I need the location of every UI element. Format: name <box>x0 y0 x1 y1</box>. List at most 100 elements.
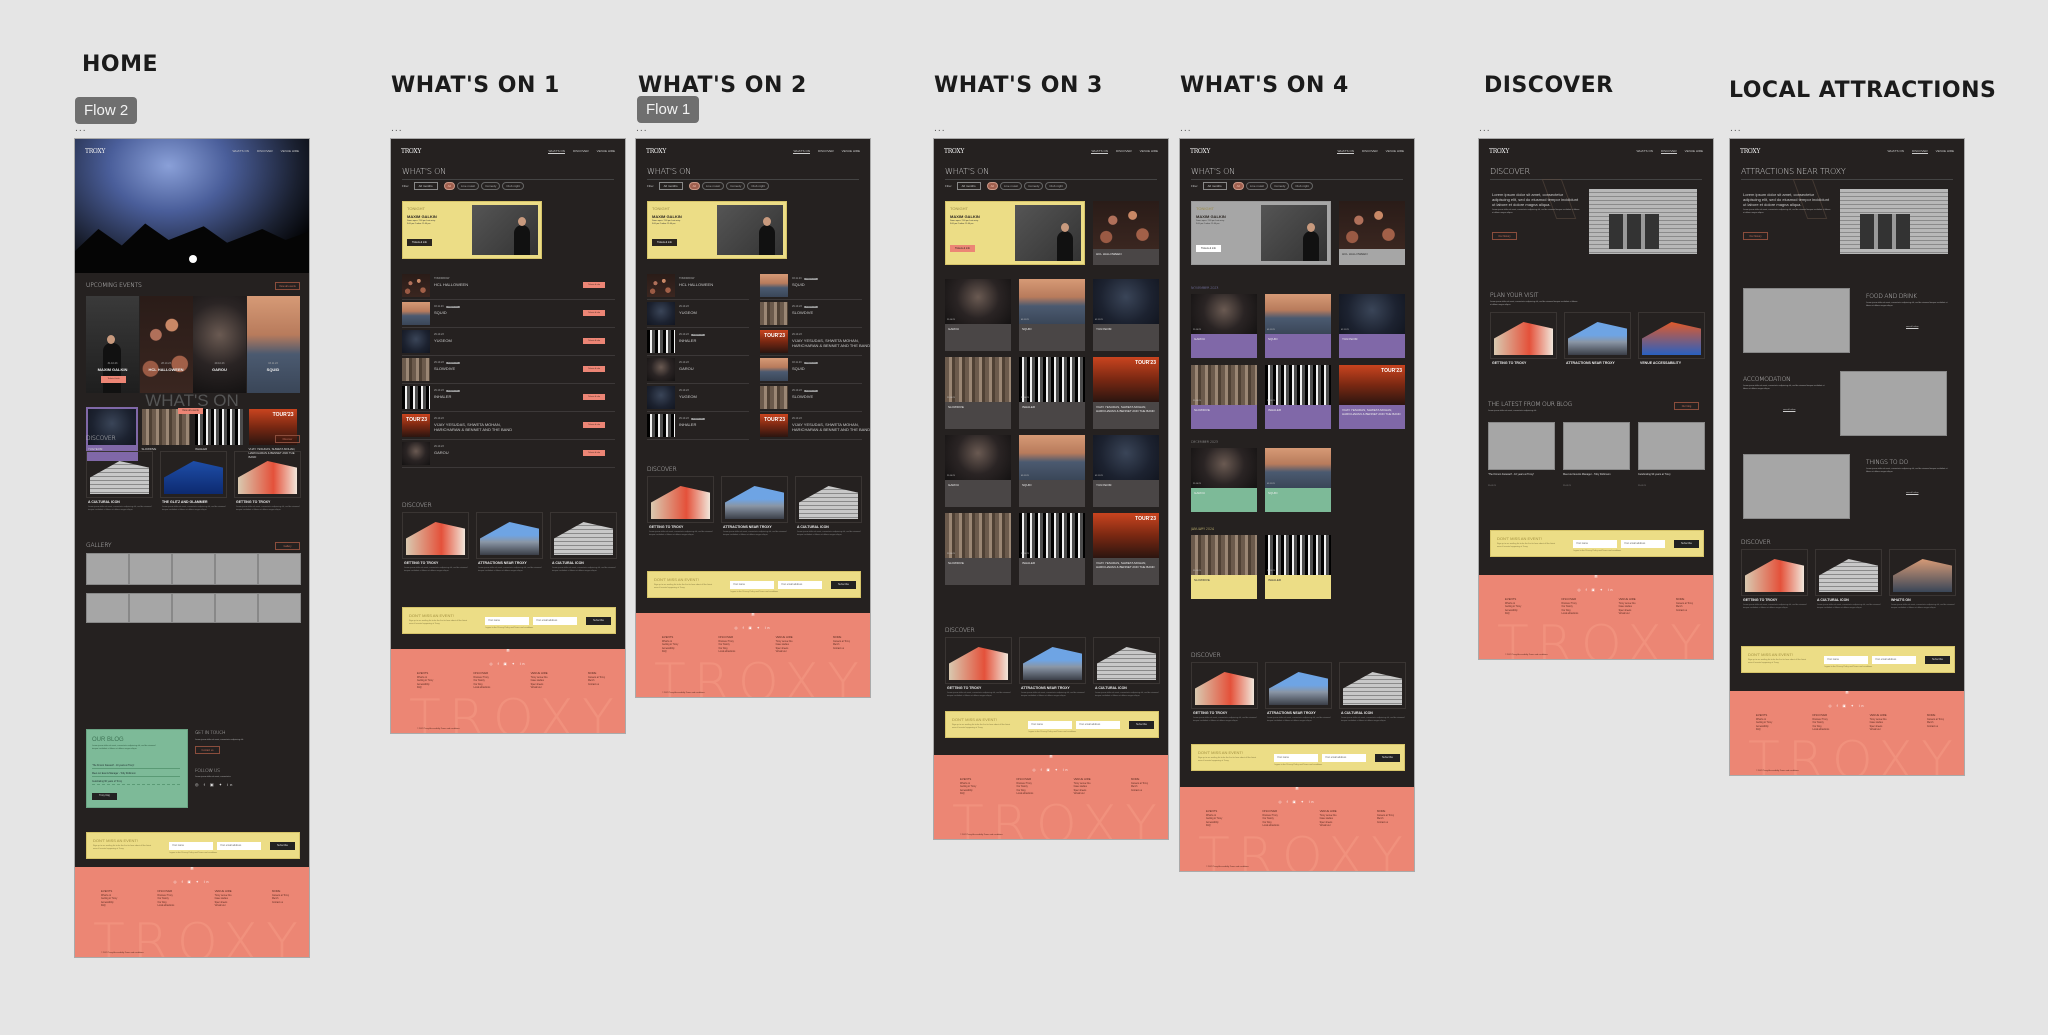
tickets-button[interactable]: Tickets & info <box>583 338 605 344</box>
privacy-checkbox[interactable]: I agree to the Privacy Policy and Terms … <box>169 852 217 854</box>
nav-whatson[interactable]: What's on <box>548 149 565 154</box>
event-row[interactable]: 03.11.23 Support act SQUID <box>760 357 862 384</box>
event-card[interactable]: 29.10.23 SLOWDIVE <box>1191 535 1257 599</box>
discover-card[interactable]: A CULTURAL ICON Lorem ipsum dolor sit ame… <box>795 476 862 536</box>
tonight-tickets-button[interactable]: Tickets & info <box>407 239 432 246</box>
discover-card[interactable]: THE GLITZ AND GLAMMER Lorem ipsum dolor s… <box>160 451 227 511</box>
whatson4-frame[interactable]: TROXY What's on Discover Venue hire WHAT… <box>1179 138 1415 872</box>
event-row[interactable]: 29.10.23 Support act INHALER Tickets & info <box>402 385 615 412</box>
blog-post-image[interactable] <box>1638 422 1705 470</box>
footer-social-icons[interactable]: ◎ f ▣ ✦ in <box>75 880 309 884</box>
blog-post-title[interactable]: Celebrating 90 years at Troxy <box>1638 473 1698 476</box>
filter-chip[interactable]: Comedy <box>1024 182 1044 190</box>
discover-card[interactable]: GETTING TO TROXY Lorem ipsum dolor sit am… <box>1191 662 1258 722</box>
troxy-logo[interactable]: TROXY <box>1740 148 1760 155</box>
discover-card[interactable]: GETTING TO TROXY Lorem ipsum dolor sit am… <box>647 476 714 536</box>
footer-link[interactable]: Contact us <box>1676 610 1693 613</box>
event-name[interactable]: SQUID <box>792 282 870 287</box>
email-input[interactable]: Your email address <box>1872 656 1916 664</box>
nav-discover[interactable]: Discover <box>257 149 273 153</box>
footer-link[interactable]: Contact us <box>1377 822 1394 825</box>
troxy-logo[interactable]: TROXY <box>85 148 105 155</box>
event-name[interactable]: YUGEOM <box>679 310 769 315</box>
event-card[interactable]: 29.10.23 SLOWDIVE <box>1191 365 1257 429</box>
name-input[interactable]: Your name <box>1028 721 1072 729</box>
email-input[interactable]: Your email address <box>1322 754 1366 762</box>
privacy-checkbox[interactable]: I agree to the Privacy Policy and Terms … <box>1028 731 1076 733</box>
event-row[interactable]: TOMORROW HCL HALLOWEEN Tickets & info <box>402 273 615 300</box>
nav-venue-hire[interactable]: Venue hire <box>842 149 860 154</box>
footer-social-icons[interactable]: ◎ f ▣ ✦ in <box>391 662 625 666</box>
discover-card[interactable]: A CULTURAL ICON Lorem ipsum dolor sit ame… <box>1093 637 1160 697</box>
event-card[interactable]: TOUR'23 VIJAY YESUDAS, SHWETA MOHAN, HARI… <box>1093 513 1159 585</box>
filter-chip[interactable]: Club night <box>502 182 524 190</box>
subscribe-button[interactable]: Subscribe <box>1375 754 1400 762</box>
event-name[interactable]: SLOWDIVE <box>792 310 870 315</box>
filter-chip[interactable]: All <box>443 182 456 190</box>
tickets-button[interactable]: Tickets & info <box>583 394 605 400</box>
footer-social-icons[interactable]: ◎ f ▣ ✦ in <box>1730 704 1964 708</box>
name-input[interactable]: Your name <box>169 842 213 850</box>
nav-venue-hire[interactable]: Venue hire <box>1140 149 1158 154</box>
privacy-checkbox[interactable]: I agree to the Privacy Policy and Terms … <box>485 627 533 629</box>
event-card[interactable]: 03.11.23 SQUID <box>1265 448 1331 512</box>
section-link[interactable]: search Leikon <box>1783 409 1795 411</box>
event-card[interactable]: HCL HALLOWEEN <box>1339 201 1405 265</box>
event-card[interactable]: TOUR'23 VIJAY YESUDAS, SHWETA MOHAN, HARI… <box>1093 357 1159 429</box>
event-name[interactable]: HCL HALLOWEEN <box>434 282 524 287</box>
frame-menu-dots[interactable]: ... <box>636 124 648 134</box>
subscribe-button[interactable]: Subscribe <box>1925 656 1950 664</box>
nav-whatson[interactable]: What's on <box>1636 149 1653 154</box>
nav-venue-hire[interactable]: Venue hire <box>281 149 299 153</box>
gallery-image[interactable] <box>215 593 258 623</box>
frame-menu-dots[interactable]: ... <box>934 124 946 134</box>
footer-link[interactable]: Contact us <box>833 648 850 651</box>
event-name[interactable]: YUGEOM <box>434 338 524 343</box>
whatson3-frame[interactable]: TROXY What's on Discover Venue hire WHAT… <box>933 138 1169 840</box>
discover-card[interactable]: ATTRACTIONS NEAR TROXY <box>1564 312 1631 372</box>
upcoming-event-card[interactable]: 31.10.23 MAXIM GALKIN Tickets & info <box>86 296 139 393</box>
filter-chip[interactable]: All <box>1232 182 1245 190</box>
tickets-button[interactable]: Tickets & info <box>583 310 605 316</box>
blog-post-title[interactable]: 'The Kinnon Farewell' - 10 years at Trox… <box>1488 473 1548 476</box>
event-name[interactable]: GAROU <box>679 366 769 371</box>
event-name[interactable]: INHALER <box>679 338 769 343</box>
month-select[interactable]: All months <box>658 182 683 190</box>
filter-chip[interactable]: All <box>986 182 999 190</box>
blog-link[interactable]: Celebrating 90 years of Troxy <box>92 781 180 785</box>
event-name[interactable]: YUGEOM <box>679 394 769 399</box>
filter-chip[interactable]: Club night <box>1045 182 1067 190</box>
event-card[interactable]: 29.10.23 INHALER <box>1019 357 1085 429</box>
email-input[interactable]: Your email address <box>1076 721 1120 729</box>
name-input[interactable]: Your name <box>1573 540 1617 548</box>
event-card[interactable]: 29.10.23 GAROU <box>945 435 1011 507</box>
frame-menu-dots[interactable]: ... <box>1730 124 1742 134</box>
event-row[interactable]: 29.10.23 YUGEOM <box>647 301 749 328</box>
footer-social-icons[interactable]: ◎ f ▣ ✦ in <box>1180 800 1414 804</box>
footer-link[interactable]: Virtual tour <box>215 905 232 908</box>
nav-discover[interactable]: Discover <box>818 149 834 154</box>
social-icons[interactable]: ◎ f ▣ ✦ in <box>195 782 234 787</box>
event-name[interactable]: HCL HALLOWEEN <box>679 282 769 287</box>
event-row[interactable]: 29.10.23 Support act INHALER <box>647 413 749 440</box>
tonight-card[interactable]: TONIGHT MAXIM GALKIN Doors open: 7:00 pm L… <box>402 201 542 259</box>
event-row[interactable]: 29.10.23 YUGEOM <box>647 385 749 412</box>
troxy-logo[interactable]: TROXY <box>646 148 666 155</box>
section-link[interactable]: search Leikon <box>1906 492 1918 494</box>
event-card[interactable]: 29.10.23 INHALER <box>1019 513 1085 585</box>
nav-discover[interactable]: Discover <box>573 149 589 154</box>
event-card[interactable]: 02.11.23 YUGYEOM <box>1339 294 1405 358</box>
contact-us-button[interactable]: Contact us <box>195 746 220 754</box>
filter-chip[interactable]: Live music <box>702 182 725 190</box>
discover-card[interactable]: GETTING TO TROXY <box>1490 312 1557 372</box>
frame-menu-dots[interactable]: ... <box>391 124 403 134</box>
event-name[interactable]: VIJAY YESUDAS, SHWETA MOHAN, HARICHARAN … <box>434 422 524 432</box>
gallery-image[interactable] <box>258 553 301 585</box>
privacy-checkbox[interactable]: I agree to the Privacy Policy and Terms … <box>1824 666 1872 668</box>
upcoming-event-card[interactable]: 29.10.23 GAROU <box>193 296 246 393</box>
gallery-image[interactable] <box>172 553 215 585</box>
filter-chip[interactable]: Club night <box>747 182 769 190</box>
event-card[interactable]: TOUR'23 VIJAY YESUDAS, SHWETA MOHAN, HARI… <box>1339 365 1405 429</box>
subscribe-button[interactable]: Subscribe <box>1129 721 1154 729</box>
discover-card[interactable]: ATTRACTIONS NEAR TROXY Lorem ipsum dolor … <box>476 512 543 572</box>
